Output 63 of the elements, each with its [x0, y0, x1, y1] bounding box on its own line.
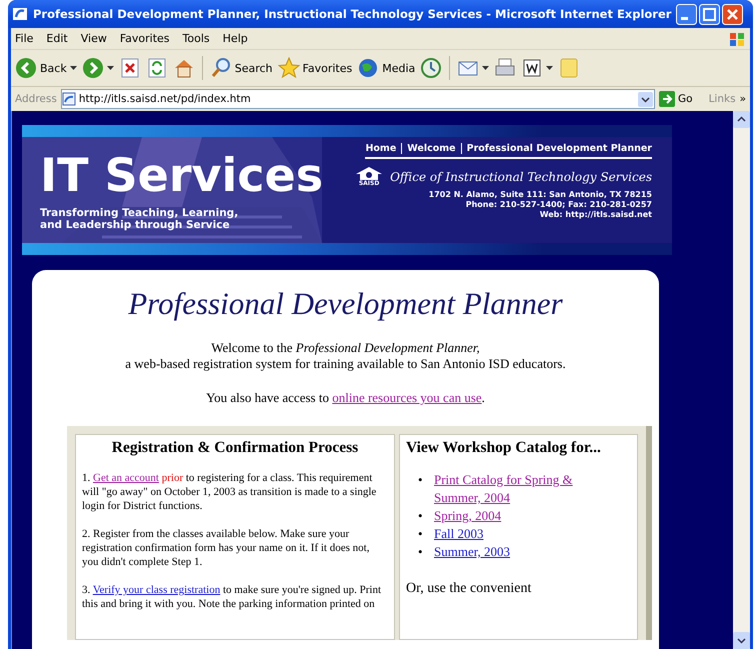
menu-item[interactable]: Tools: [182, 32, 210, 45]
scroll-up-button[interactable]: [733, 111, 750, 128]
catalog-link[interactable]: Spring, 2004: [434, 507, 502, 525]
dropdown-caret-icon[interactable]: [482, 66, 490, 70]
toolbar-label[interactable]: Search: [234, 62, 273, 74]
toolbar-label[interactable]: Favorites: [302, 62, 352, 74]
catalog-note: Or, use the convenient: [406, 581, 532, 597]
catalog-link[interactable]: Fall 2003: [434, 525, 484, 543]
catalog-link[interactable]: Print Catalog for Spring & Summer, 2004: [434, 471, 594, 507]
nav-link[interactable]: Welcome: [401, 143, 461, 154]
star-icon[interactable]: [278, 57, 300, 79]
step-text: 1. Get an account prior to registering for a class. This requirement will "go away" on October 1, 2003 as transition is made to a single login for District functions.: [82, 471, 378, 513]
menu-item[interactable]: Help: [222, 32, 248, 45]
text-link[interactable]: online resources you can use: [332, 390, 482, 405]
address-label: Address: [15, 93, 57, 105]
section-heading: View Workshop Catalog for...: [406, 439, 602, 457]
globe-icon[interactable]: [357, 57, 380, 79]
close-button[interactable]: [722, 4, 744, 24]
home-icon[interactable]: [172, 57, 195, 79]
toolbar-label[interactable]: Back: [40, 62, 67, 74]
page-heading: Professional Development Planner: [127, 285, 564, 323]
address-field[interactable]: http://itls.saisd.net/pd/index.htm: [60, 89, 656, 109]
bullet-marker: •: [418, 525, 424, 543]
catalog-link[interactable]: Summer, 2003: [434, 543, 510, 561]
welcome-text: Welcome to the Professional Development Planner, a web-based registration system for training available to San Antonio ISD educators.: [124, 340, 567, 372]
toolbar-label[interactable]: Media: [382, 62, 416, 74]
text-link[interactable]: Verify your class registration: [92, 584, 220, 596]
menu-item[interactable]: View: [80, 32, 107, 45]
minimize-button[interactable]: [676, 4, 698, 24]
scroll-down-button[interactable]: [733, 632, 750, 649]
bullet-marker: •: [418, 507, 424, 525]
stop-icon[interactable]: [118, 57, 141, 79]
office-name: Office of Instructional Technology Services: [390, 170, 652, 184]
step-text: 3. Verify your class registration to make sure you're signed up. Print this and bring it with you. Note the parking information printed on: [82, 583, 382, 611]
bullet-marker: •: [418, 543, 424, 561]
menu-item[interactable]: Edit: [46, 32, 68, 45]
dropdown-caret-icon[interactable]: [70, 66, 77, 70]
site-logo-title: IT Services: [40, 149, 324, 201]
dropdown-caret-icon[interactable]: [106, 66, 114, 70]
refresh-icon[interactable]: [146, 57, 168, 79]
go-button[interactable]: Go: [659, 91, 693, 107]
page-icon: [62, 92, 76, 106]
dropdown-caret-icon[interactable]: [638, 92, 654, 106]
text-link[interactable]: Get an account: [93, 472, 159, 484]
bullet-marker: •: [418, 471, 424, 489]
clock-icon[interactable]: [420, 57, 442, 79]
browser-icon: [12, 6, 28, 22]
window-title: Professional Development Planner, Instructional Technology Services - Microsoft Internet Explorer: [33, 7, 672, 21]
nav-link[interactable]: Home: [365, 143, 402, 154]
school-logo-icon: [354, 166, 384, 180]
step-text: 2. Register from the classes available below. Make sure your registration confirmation form has your name on it. If it does not, you didn't complete Step 1.: [82, 527, 370, 569]
menu-item[interactable]: File: [15, 32, 34, 45]
menu-item[interactable]: Favorites: [120, 32, 170, 45]
contact-info: 1702 N. Alamo, Suite 111: San Antonio, TX 78215 Phone: 210-527-1400; Fax: 210-281-0257 Web: http://itls.saisd.net: [428, 190, 652, 220]
section-heading: Registration & Confirmation Process: [110, 439, 360, 457]
document-icon[interactable]: [521, 57, 544, 79]
dropdown-caret-icon[interactable]: [546, 66, 554, 70]
access-text: You also have access to online resources you can use.: [205, 390, 486, 406]
tagline: Transforming Teaching, Learning, and Leadership through Service: [40, 207, 240, 231]
search-icon[interactable]: [210, 57, 232, 79]
nav-link[interactable]: Professional Development Planner: [460, 143, 652, 154]
more-button[interactable]: »: [740, 93, 746, 105]
maximize-button[interactable]: [699, 4, 720, 24]
